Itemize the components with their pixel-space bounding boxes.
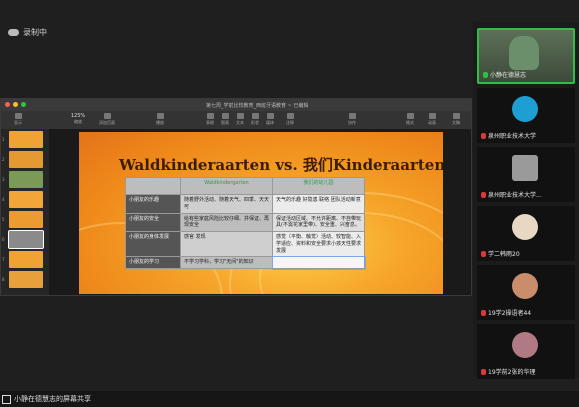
row-label: 小朋友的安全 — [125, 212, 181, 232]
view-icon — [14, 113, 22, 119]
table-row: 小朋友的乐趣 随着野外活动、随着天气、四季、天天可 天气的乐趣 好隐患 联络 团… — [125, 194, 365, 214]
mic-muted-icon — [481, 132, 486, 139]
table-cell[interactable]: 感官 发现 — [180, 230, 273, 258]
avatar — [512, 332, 538, 358]
toolbar-zoom[interactable]: 125% 缩放 — [67, 113, 89, 125]
add-slide-icon — [103, 113, 111, 119]
table-cell[interactable]: 天气的乐趣 好隐患 联络 团队活动新意 — [272, 194, 365, 214]
participant-tile[interactable]: 泉州职业技术大学 — [477, 88, 575, 143]
table-icon — [206, 113, 214, 119]
zoom-window-button[interactable] — [21, 102, 26, 107]
slide-thumbnail[interactable] — [9, 131, 43, 148]
slide-thumbnail[interactable] — [9, 191, 43, 208]
mic-muted-icon — [481, 191, 486, 198]
slide-number: 8 — [2, 277, 5, 282]
toolbar-document[interactable]: 文稿 — [445, 113, 467, 126]
row-label: 小朋友的乐趣 — [125, 194, 181, 214]
table-cell[interactable]: 给有些家庭风险比较仔细、并保证、再现安全 — [180, 212, 273, 232]
participant-tile[interactable]: 19学前2张的华理 — [477, 324, 575, 379]
mic-muted-icon — [481, 250, 486, 257]
comparison-table[interactable]: Waldkindergarten 我们的幼儿园 小朋友的乐趣 随着野外活动、随着… — [125, 177, 366, 270]
video-feed — [509, 36, 539, 70]
slide-number: 1 — [2, 137, 5, 142]
presentation-window: 第七周_学前比较教育_西班牙语教育 ~ 已编辑 显示 125% 缩放 添加页面 播… — [0, 98, 472, 296]
participant-tile[interactable]: 19学2操语者44 — [477, 265, 575, 320]
format-icon — [406, 113, 414, 119]
slide-number: 3 — [2, 177, 5, 182]
table-row: 小朋友的身体发展 感官 发现 感觉（平衡、触觉）活动、较智能、入学适应、资料和安… — [125, 230, 365, 258]
window-title: 第七周_学前比较教育_西班牙语教育 ~ 已编辑 — [206, 103, 309, 109]
table-header-cell: Waldkindergarten — [180, 177, 273, 195]
toolbar-collaborate[interactable]: 协作 — [341, 113, 363, 126]
participant-tile[interactable]: 学二韩雨20 — [477, 206, 575, 261]
mic-muted-icon — [481, 368, 486, 375]
screen-share-label: 小静在德慧志的屏幕共享 — [14, 395, 91, 403]
media-icon — [266, 113, 274, 119]
toolbar-play[interactable]: 播放 — [149, 113, 171, 126]
toolbar-add-slide[interactable]: 添加页面 — [96, 113, 118, 126]
toolbar-media[interactable]: 媒体 — [259, 113, 281, 126]
minimize-window-button[interactable] — [13, 102, 18, 107]
screen-share-indicator[interactable]: 小静在德慧志的屏幕共享 — [2, 394, 91, 404]
bottom-bar: 小静在德慧志的屏幕共享 — [0, 391, 579, 407]
participants-panel: 小静在德慧志 泉州职业技术大学 泉州职业技术大学... 学二韩雨20 19学2操… — [473, 22, 579, 379]
table-cell[interactable]: 保证活动区域、不允许距离、不自带玩具(不需花家里带)、安全重、兴奋息。 — [272, 212, 365, 232]
toolbar-format[interactable]: 格式 — [399, 113, 421, 126]
slide-title: Waldkinderaarten vs. 我们Kinderaarten — [119, 156, 443, 174]
document-icon — [452, 113, 460, 119]
table-cell[interactable]: 感觉（平衡、触觉）活动、较智能、入学适应、资料和安全要求小孩天性要求发展 — [272, 230, 365, 258]
row-label: 小朋友的学习 — [125, 256, 181, 269]
keynote-toolbar: 显示 125% 缩放 添加页面 播放 表格 图表 文本 形状 媒体 注释 协作 格… — [1, 111, 471, 129]
avatar — [512, 273, 538, 299]
table-row: 小朋友的学习 不学习学科，学习"无间"的知识 — [125, 255, 366, 270]
window-titlebar: 第七周_学前比较教育_西班牙语教育 ~ 已编辑 — [1, 99, 471, 111]
current-slide[interactable]: Waldkinderaarten vs. 我们Kinderaarten Wald… — [79, 132, 443, 294]
animate-icon — [428, 113, 436, 119]
slide-navigator: 1 2 3 4 5 6 7 8 — [1, 129, 49, 295]
table-header-cell: 我们的幼儿园 — [272, 177, 365, 195]
slide-number: 5 — [2, 217, 5, 222]
play-icon — [156, 113, 164, 119]
table-cell[interactable] — [271, 255, 366, 270]
slide-thumbnail[interactable] — [9, 151, 43, 168]
recording-status: 录制中 — [8, 24, 47, 40]
slide-number: 4 — [2, 197, 5, 202]
slide-number: 6 — [2, 237, 5, 242]
slide-thumbnail[interactable] — [9, 171, 43, 188]
toolbar-view[interactable]: 显示 — [7, 113, 29, 126]
toolbar-animate[interactable]: 动画 — [421, 113, 443, 126]
chart-icon — [221, 113, 229, 119]
table-header-cell — [125, 177, 181, 195]
table-row: 小朋友的安全 给有些家庭风险比较仔细、并保证、再现安全 保证活动区域、不允许距离… — [125, 212, 365, 232]
avatar — [512, 96, 538, 122]
collaborate-icon — [348, 113, 356, 119]
slide-canvas: Waldkinderaarten vs. 我们Kinderaarten Wald… — [49, 129, 471, 295]
slide-thumbnail-selected[interactable] — [8, 230, 44, 249]
mic-icon — [483, 71, 488, 78]
cloud-record-icon — [8, 28, 19, 36]
participant-tile-active-speaker[interactable]: 小静在德慧志 — [477, 28, 575, 84]
mic-muted-icon — [481, 309, 486, 316]
slide-thumbnail[interactable] — [9, 271, 43, 288]
shape-icon — [251, 113, 259, 119]
table-header-row: Waldkindergarten 我们的幼儿园 — [125, 177, 365, 195]
recording-status-text: 录制中 — [23, 27, 47, 37]
slide-number: 7 — [2, 257, 5, 262]
avatar — [512, 155, 538, 181]
slide-thumbnail[interactable] — [9, 251, 43, 268]
comment-icon — [286, 113, 294, 119]
participant-tile[interactable]: 泉州职业技术大学... — [477, 147, 575, 202]
slide-thumbnail[interactable] — [9, 211, 43, 228]
table-cell[interactable]: 不学习学科，学习"无间"的知识 — [180, 256, 273, 269]
close-window-button[interactable] — [5, 102, 10, 107]
slide-number: 2 — [2, 157, 5, 162]
avatar — [512, 214, 538, 240]
table-cell[interactable]: 随着野外活动、随着天气、四季、天天可 — [180, 194, 273, 214]
toolbar-comment[interactable]: 注释 — [279, 113, 301, 126]
row-label: 小朋友的身体发展 — [125, 230, 181, 258]
text-icon — [236, 113, 244, 119]
screen-share-icon — [2, 394, 11, 404]
